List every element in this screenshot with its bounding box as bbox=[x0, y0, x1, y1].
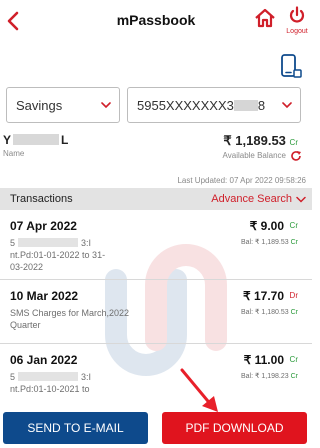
power-icon bbox=[289, 6, 305, 23]
running-balance: Bal: ₹ 1,180.53 Cr bbox=[241, 308, 298, 316]
balance-amount: ₹ 1,189.53 bbox=[223, 133, 286, 148]
transaction-amount: ₹ 17.70 bbox=[243, 289, 284, 303]
advance-search-link[interactable]: Advance Search bbox=[211, 193, 292, 205]
account-number-prefix: 5955XXXXXXX3 bbox=[137, 98, 234, 113]
transaction-date: 10 Mar 2022 bbox=[10, 289, 79, 303]
transaction-row[interactable]: 06 Jan 2022 ₹ 11.00 Cr 5 3:I nt.Pd:01-10-2… bbox=[0, 344, 312, 412]
refresh-icon[interactable] bbox=[290, 150, 302, 162]
desc-rest: nt.Pd:01-01-2022 to 31-03-2022 bbox=[10, 250, 106, 272]
desc-start: 5 bbox=[10, 238, 16, 248]
name-end: L bbox=[61, 133, 69, 147]
account-number-value: 5955XXXXXXX3 8 bbox=[137, 98, 265, 113]
transaction-row[interactable]: 10 Mar 2022 ₹ 17.70 Dr SMS Charges for M… bbox=[0, 280, 312, 344]
transactions-header: Transactions Advance Search bbox=[0, 188, 312, 210]
transaction-date: 07 Apr 2022 bbox=[10, 219, 77, 233]
account-holder-name: YL bbox=[3, 133, 68, 147]
redacted-mask bbox=[233, 100, 258, 111]
transaction-type: Cr bbox=[289, 221, 298, 230]
running-balance-type: Cr bbox=[290, 373, 298, 380]
running-balance-value: Bal: ₹ 1,180.53 bbox=[241, 309, 289, 316]
mobile-device-icon[interactable] bbox=[277, 53, 303, 79]
logout-button[interactable]: Logout bbox=[283, 6, 311, 36]
account-number-select[interactable]: 5955XXXXXXX3 8 bbox=[127, 87, 301, 123]
redacted-mask bbox=[13, 134, 60, 145]
transaction-amount: ₹ 9.00 bbox=[249, 219, 284, 233]
transactions-title: Transactions bbox=[10, 193, 73, 205]
available-balance-label: Available Balance bbox=[222, 151, 286, 160]
transaction-amount: ₹ 11.00 bbox=[243, 353, 284, 367]
chevron-down-icon bbox=[101, 102, 111, 109]
available-balance: ₹ 1,189.53 Cr bbox=[223, 133, 298, 149]
transaction-description: 5 3:I nt.Pd:01-01-2022 to 31-03-2022 bbox=[10, 237, 210, 273]
transaction-description: SMS Charges for March,2022 Quarter bbox=[10, 308, 130, 330]
account-number-suffix: 8 bbox=[257, 98, 266, 113]
transaction-type: Dr bbox=[289, 291, 298, 300]
chevron-down-icon bbox=[282, 102, 292, 109]
redacted-mask bbox=[18, 238, 79, 247]
account-type-value: Savings bbox=[16, 98, 63, 113]
logout-label: Logout bbox=[286, 28, 308, 35]
name-label: Name bbox=[3, 149, 25, 158]
last-updated-text: Last Updated: 07 Apr 2022 09:58:26 bbox=[177, 176, 306, 185]
running-balance: Bal: ₹ 1,189.53 Cr bbox=[241, 238, 298, 246]
running-balance-type: Cr bbox=[290, 309, 298, 316]
desc-start: 5 bbox=[10, 372, 16, 382]
app-header: mPassbook Logout bbox=[0, 0, 312, 42]
transaction-list[interactable]: 07 Apr 2022 ₹ 9.00 Cr 5 3:I nt.Pd:01-01-20… bbox=[0, 210, 312, 412]
pdf-download-button[interactable]: PDF DOWNLOAD bbox=[162, 412, 307, 444]
name-start: Y bbox=[3, 133, 12, 147]
running-balance-value: Bal: ₹ 1,189.53 bbox=[241, 239, 289, 246]
account-type-select[interactable]: Savings bbox=[6, 87, 120, 123]
annotation-arrow-icon bbox=[180, 368, 218, 412]
running-balance: Bal: ₹ 1,198.23 Cr bbox=[241, 372, 298, 380]
chevron-down-icon[interactable] bbox=[296, 196, 306, 203]
redacted-mask bbox=[18, 372, 79, 381]
transaction-type: Cr bbox=[289, 355, 298, 364]
desc-end: 3:I bbox=[81, 372, 92, 382]
desc-end: 3:I bbox=[81, 238, 92, 248]
desc-rest: nt.Pd:01-10-2021 to bbox=[10, 384, 90, 394]
home-icon[interactable] bbox=[254, 7, 276, 29]
send-to-email-button[interactable]: SEND TO E-MAIL bbox=[3, 412, 148, 444]
running-balance-type: Cr bbox=[290, 239, 298, 246]
transaction-row[interactable]: 07 Apr 2022 ₹ 9.00 Cr 5 3:I nt.Pd:01-01-20… bbox=[0, 210, 312, 280]
transaction-date: 06 Jan 2022 bbox=[10, 353, 78, 367]
running-balance-value: Bal: ₹ 1,198.23 bbox=[241, 373, 289, 380]
balance-type: Cr bbox=[289, 138, 298, 147]
